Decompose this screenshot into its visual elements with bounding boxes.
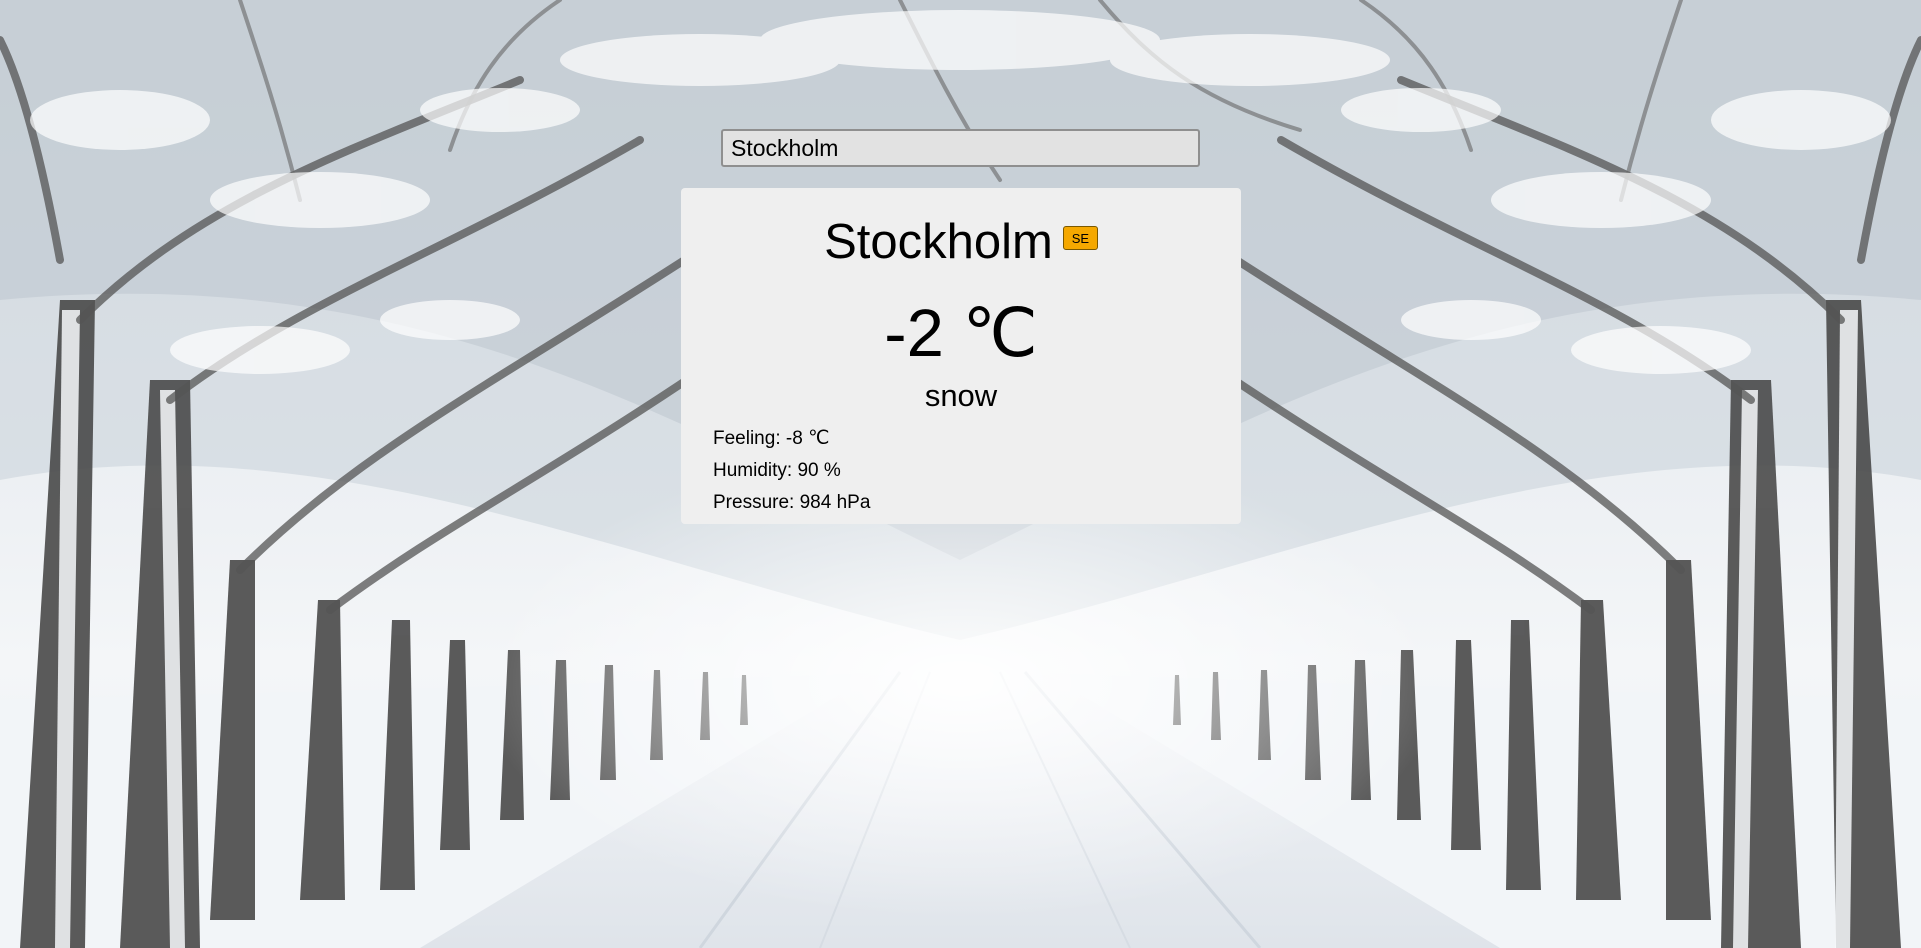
feeling-label: Feeling: bbox=[713, 428, 781, 449]
humidity-value: 90 % bbox=[797, 460, 841, 481]
country-code-badge: SE bbox=[1062, 226, 1098, 250]
weather-description: snow bbox=[924, 378, 998, 413]
app-root: Stockholm SE -2 ℃ snow Feeling: -8 ℃ Humi… bbox=[0, 0, 1921, 948]
humidity-label: Humidity: bbox=[713, 460, 793, 481]
city-search-input[interactable] bbox=[721, 129, 1200, 167]
city-name: Stockholm bbox=[824, 215, 1053, 269]
weather-details: Feeling: -8 ℃ Humidity: 90 % Pressure: 9… bbox=[713, 423, 870, 519]
temperature: -2 ℃ bbox=[884, 296, 1038, 371]
pressure-label: Pressure: bbox=[713, 492, 795, 513]
feeling-row: Feeling: -8 ℃ bbox=[713, 423, 870, 455]
city-heading: Stockholm SE bbox=[681, 214, 1241, 270]
pressure-row: Pressure: 984 hPa bbox=[713, 487, 870, 519]
pressure-value: 984 hPa bbox=[799, 492, 871, 513]
feeling-value: -8 ℃ bbox=[785, 428, 830, 449]
weather-card: Stockholm SE -2 ℃ snow Feeling: -8 ℃ Humi… bbox=[681, 188, 1241, 524]
humidity-row: Humidity: 90 % bbox=[713, 455, 870, 487]
